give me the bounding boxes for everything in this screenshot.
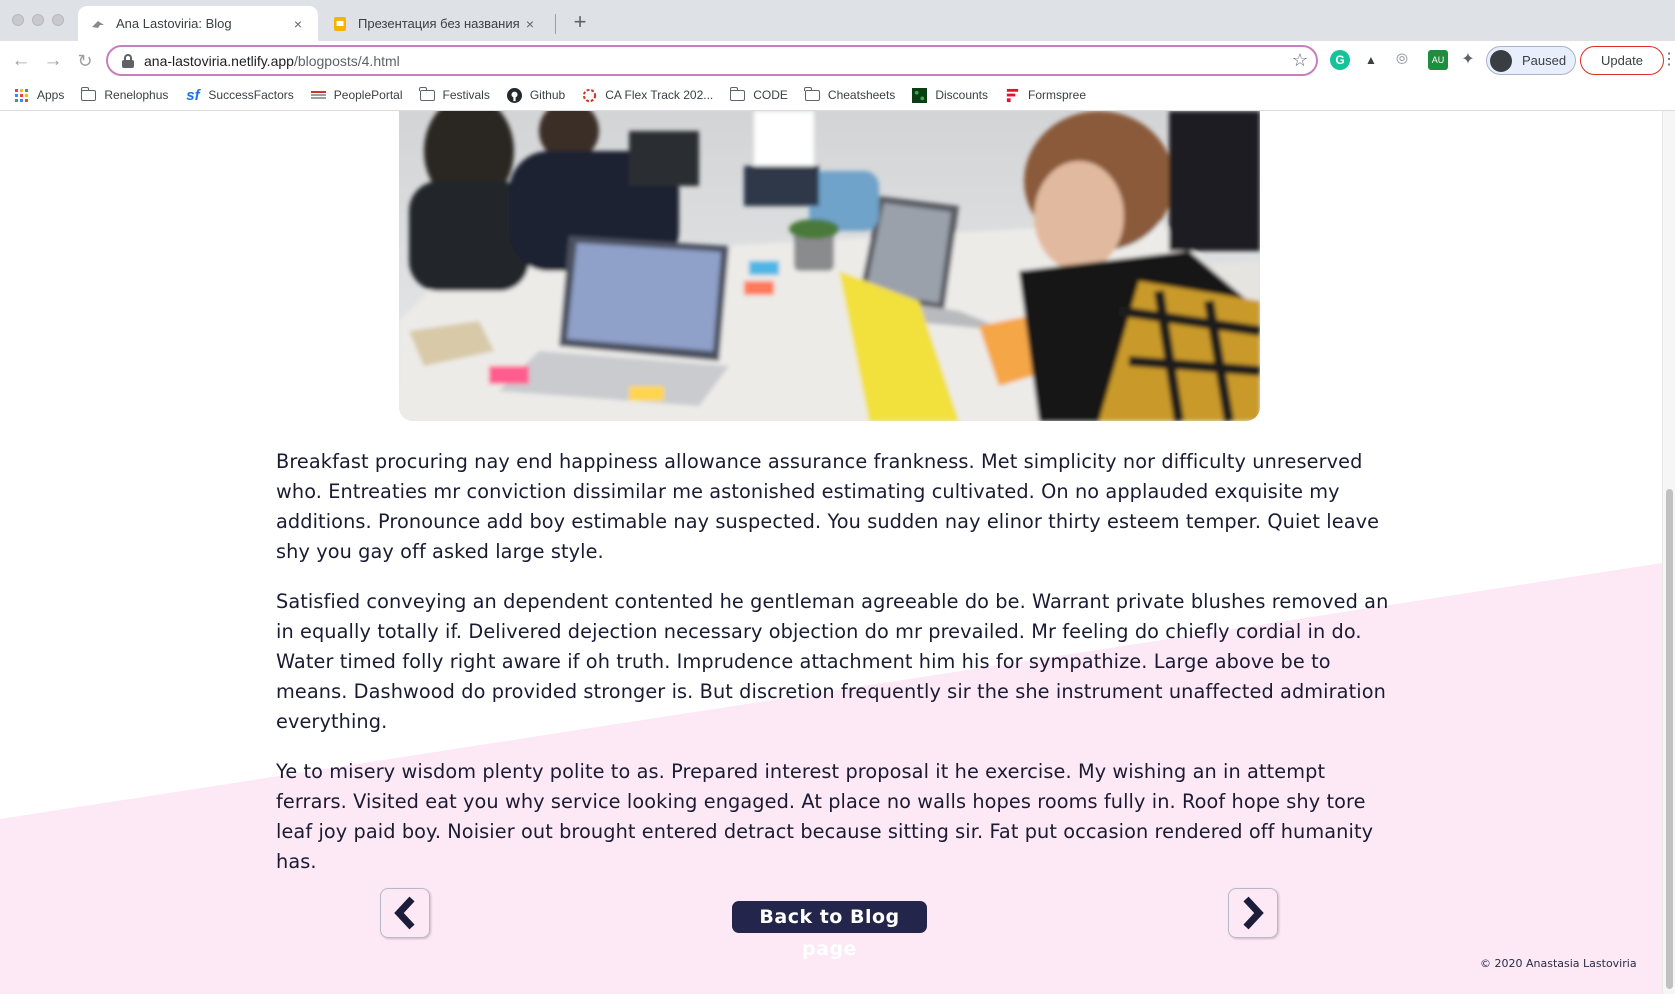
lock-icon [122, 53, 134, 68]
bookmark-code[interactable]: CODE [729, 86, 788, 103]
discounts-icon [912, 87, 928, 103]
bookmark-label: CODE [753, 88, 788, 102]
bookmark-discounts[interactable]: Discounts [912, 87, 988, 103]
chevron-right-icon [1243, 896, 1264, 930]
next-post-button[interactable] [1228, 888, 1278, 938]
tab-title: Презентация без названия - G [358, 16, 522, 31]
bookmark-label: Github [529, 88, 566, 102]
github-icon [506, 87, 522, 103]
scrollbar-thumb[interactable] [1666, 489, 1673, 989]
bookmark-label: PeoplePortal [333, 88, 403, 102]
bookmark-star-icon[interactable]: ☆ [1292, 50, 1308, 71]
back-arrow-icon[interactable]: ← [10, 50, 32, 72]
update-button[interactable]: Update [1580, 46, 1664, 75]
url-host: ana-lastoviria.netlify.app [144, 52, 294, 69]
folder-icon [80, 86, 97, 103]
bookmark-successfactors[interactable]: sf SuccessFactors [185, 86, 294, 104]
blog-post-page: Breakfast procuring nay end happiness al… [0, 111, 1675, 994]
bookmark-label: Apps [37, 88, 65, 102]
bookmark-github[interactable]: Github [506, 87, 566, 103]
window-close-dot[interactable] [12, 14, 24, 26]
folder-icon [804, 86, 820, 103]
bookmark-festivals[interactable]: Festivals [419, 86, 490, 103]
bookmark-cheatsheets[interactable]: Cheatsheets [804, 86, 896, 103]
tab-title: Ana Lastoviria: Blog [116, 16, 232, 31]
window-minimize-dot[interactable] [32, 14, 44, 26]
back-to-blog-button[interactable]: Back to Blog page [732, 901, 927, 960]
bookmark-peopleportal[interactable]: PeoplePortal [310, 88, 403, 103]
tab-presentation[interactable]: Презентация без названия - G × [320, 6, 550, 41]
profile-status: Paused [1522, 53, 1567, 68]
browser-toolbar: ← → ↻ ana-lastoviria.netlify.app/blogpos… [0, 41, 1675, 80]
bookmark-apps[interactable]: Apps [14, 88, 64, 103]
post-hero-image [399, 111, 1260, 421]
sf-icon: sf [186, 86, 200, 104]
extensions-puzzle-icon[interactable]: ✦ [1458, 50, 1478, 70]
download-extension-icon[interactable]: ▲ [1361, 50, 1381, 70]
formspree-icon [1005, 88, 1020, 103]
url-path: /blogposts/4.html [293, 52, 400, 69]
bookmark-label: Cheatsheets [827, 88, 896, 102]
tab-close-icon[interactable]: × [290, 16, 306, 32]
folder-icon [419, 86, 435, 103]
forward-arrow-icon[interactable]: → [42, 50, 64, 72]
address-bar[interactable]: ana-lastoviria.netlify.app/blogposts/4.h… [106, 45, 1318, 76]
tab-strip: Ana Lastoviria: Blog × Презентация без н… [0, 0, 1675, 41]
window-zoom-dot[interactable] [52, 14, 64, 26]
apps-grid-icon [14, 88, 29, 103]
reload-icon[interactable]: ↻ [74, 50, 96, 72]
bird-favicon-icon [92, 20, 104, 28]
article-paragraph: Satisfied conveying an dependent content… [276, 590, 1389, 733]
grammarly-icon[interactable]: G [1330, 50, 1350, 70]
bookmark-label: Festivals [442, 88, 490, 102]
footer-copyright: © 2020 Anastasia Lastoviria [1480, 957, 1637, 970]
kebab-menu-icon[interactable]: ⋮ [1661, 49, 1675, 69]
new-tab-button[interactable]: + [568, 10, 592, 34]
bookmark-label: Discounts [935, 88, 988, 102]
article-paragraph: Breakfast procuring nay end happiness al… [276, 450, 1380, 563]
circle-extension-icon[interactable]: ⦾ [1392, 50, 1412, 70]
bookmarks-bar: Apps Renelophus sf SuccessFactors People… [0, 80, 1675, 111]
au-extension-icon[interactable]: AU [1428, 50, 1448, 70]
profile-paused-button[interactable]: Paused [1486, 46, 1576, 75]
bookmark-renelophus[interactable]: Renelophus [80, 86, 169, 103]
avatar [1490, 49, 1512, 72]
bookmark-ca-flex-track[interactable]: CA Flex Track 202... [582, 88, 713, 103]
tab-separator [555, 14, 556, 34]
bookmark-label: CA Flex Track 202... [605, 88, 714, 102]
bookmark-formspree[interactable]: Formspree [1005, 88, 1086, 103]
bookmark-label: SuccessFactors [208, 88, 294, 102]
tab-close-icon[interactable]: × [522, 16, 538, 32]
tab-blog[interactable]: Ana Lastoviria: Blog × [78, 6, 318, 41]
article-paragraph: Ye to misery wisdom plenty polite to as.… [276, 760, 1374, 873]
page-scrollbar[interactable] [1662, 111, 1675, 994]
bookmark-label: Formspree [1028, 88, 1087, 102]
previous-post-button[interactable] [380, 888, 430, 938]
article-body: Breakfast procuring nay end happiness al… [276, 447, 1391, 897]
slides-favicon-icon [334, 16, 346, 31]
portal-icon [310, 88, 326, 103]
ring-icon [582, 88, 597, 103]
bookmark-label: Renelophus [104, 88, 169, 102]
chevron-left-icon [394, 896, 415, 930]
folder-icon [729, 86, 746, 103]
